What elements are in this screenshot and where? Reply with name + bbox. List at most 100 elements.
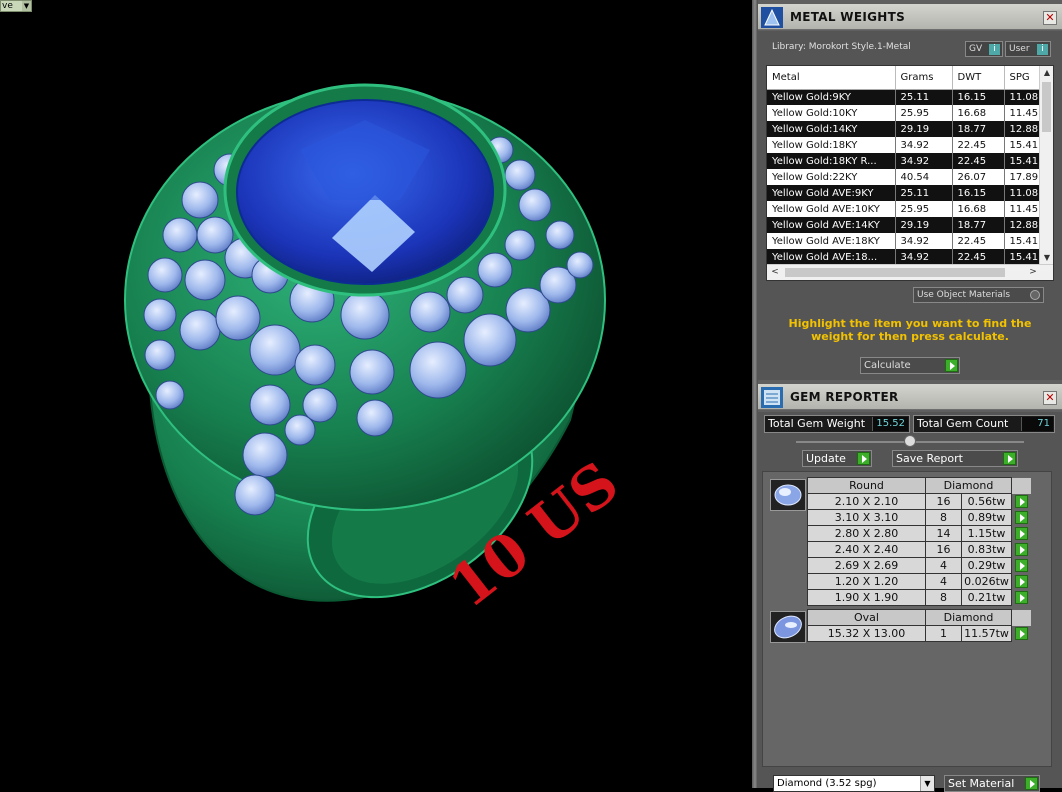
gem-count: 16 xyxy=(925,541,962,558)
metal-weights-titlebar[interactable]: METAL WEIGHTS ✕ xyxy=(758,4,1062,30)
select-gem-button[interactable] xyxy=(1011,525,1032,542)
gem-size: 2.40 X 2.40 xyxy=(807,541,926,558)
select-gem-button[interactable] xyxy=(1011,589,1032,606)
metal-cell: Yellow Gold:18KY R... xyxy=(767,153,896,169)
gem-row[interactable]: 2.10 X 2.10 16 0.56tw xyxy=(807,493,1032,510)
gem-size: 15.32 X 13.00 xyxy=(807,625,926,642)
set-material-button[interactable]: Set Material xyxy=(944,775,1040,792)
select-gem-button[interactable] xyxy=(1011,509,1032,526)
oval-gem-table: Oval Diamond 15.32 X 13.00 1 11.57tw xyxy=(807,609,1032,642)
select-gem-button[interactable] xyxy=(1011,573,1032,590)
metal-cell: 34.92 xyxy=(895,249,953,265)
gem-size: 1.90 X 1.90 xyxy=(807,589,926,606)
gem-reporter-icon xyxy=(761,387,783,408)
play-arrow-icon xyxy=(1015,626,1028,640)
metal-row[interactable]: Yellow Gold AVE:18... 34.92 22.45 15.41 xyxy=(767,249,1053,265)
metal-row[interactable]: Yellow Gold:10KY 25.95 16.68 11.45 xyxy=(767,105,1053,121)
gv-toggle[interactable]: GV i xyxy=(965,41,1003,57)
gem-row[interactable]: 2.40 X 2.40 16 0.83tw xyxy=(807,541,1032,558)
round-gem-table: Round Diamond 2.10 X 2.10 16 0.56tw 3.10 X 3.… xyxy=(807,477,1032,606)
select-gem-button[interactable] xyxy=(1011,557,1032,574)
play-arrow-icon xyxy=(1025,777,1038,790)
gem-weight: 0.89tw xyxy=(961,509,1012,526)
slider-handle[interactable] xyxy=(904,435,916,447)
save-report-label: Save Report xyxy=(896,452,963,465)
metal-cell: Yellow Gold:14KY xyxy=(767,121,896,137)
gem-weight: 0.29tw xyxy=(961,557,1012,574)
metal-table[interactable]: Metal Grams DWT SPG Yellow Gold:9KY 25.11… xyxy=(766,65,1054,281)
info-icon: i xyxy=(989,44,1000,55)
metal-cell: 34.92 xyxy=(895,233,953,249)
select-gem-button[interactable] xyxy=(1011,625,1032,642)
scroll-left-icon[interactable]: < xyxy=(767,265,783,280)
user-toggle[interactable]: User i xyxy=(1005,41,1051,57)
gem-row[interactable]: 1.20 X 1.20 4 0.026tw xyxy=(807,573,1032,590)
gem-row[interactable]: 2.80 X 2.80 14 1.15tw xyxy=(807,525,1032,542)
scroll-thumb[interactable] xyxy=(785,268,1005,277)
scroll-up-icon[interactable]: ▲ xyxy=(1040,66,1053,80)
update-button[interactable]: Update xyxy=(802,450,872,467)
gem-count: 8 xyxy=(925,509,962,526)
gem-row[interactable]: 2.69 X 2.69 4 0.29tw xyxy=(807,557,1032,574)
column-header[interactable]: DWT xyxy=(952,66,1005,90)
scroll-right-icon[interactable]: > xyxy=(1025,265,1041,280)
gem-row[interactable]: 15.32 X 13.00 1 11.57tw xyxy=(807,625,1032,642)
metal-weights-panel: Library: Morokort Style.1-Metal GV i Use… xyxy=(758,31,1062,380)
gem-group-header: Oval Diamond xyxy=(807,609,1032,626)
metal-cell: 25.95 xyxy=(895,201,953,217)
play-arrow-icon xyxy=(1015,542,1028,556)
metal-cell: 18.77 xyxy=(952,217,1005,233)
vertical-scrollbar[interactable]: ▲ ▼ xyxy=(1039,66,1053,265)
spacer xyxy=(1011,609,1032,626)
use-object-materials-toggle[interactable]: Use Object Materials xyxy=(913,287,1044,303)
gem-row[interactable]: 1.90 X 1.90 8 0.21tw xyxy=(807,589,1032,606)
metal-cell: 25.95 xyxy=(895,105,953,121)
info-icon: i xyxy=(1037,44,1048,55)
scroll-down-icon[interactable]: ▼ xyxy=(1040,251,1053,265)
horizontal-scrollbar[interactable]: < > xyxy=(767,264,1053,280)
column-header[interactable]: Metal xyxy=(767,66,896,90)
select-gem-button[interactable] xyxy=(1011,493,1032,510)
gem-weight: 11.57tw xyxy=(961,625,1012,642)
select-gem-button[interactable] xyxy=(1011,541,1032,558)
gem-material-label: Diamond xyxy=(925,609,1012,626)
metal-cell: 29.19 xyxy=(895,121,953,137)
gem-list: Round Diamond 2.10 X 2.10 16 0.56tw 3.10 X 3.… xyxy=(762,471,1052,767)
total-gem-weight-value: 15.52 xyxy=(872,417,908,431)
set-material-label: Set Material xyxy=(948,777,1015,790)
scroll-thumb[interactable] xyxy=(1042,82,1051,132)
close-icon[interactable]: ✕ xyxy=(1043,391,1057,405)
metal-cell: Yellow Gold:22KY xyxy=(767,169,896,185)
gem-size: 1.20 X 1.20 xyxy=(807,573,926,590)
metal-row[interactable]: Yellow Gold:18KY 34.92 22.45 15.41 xyxy=(767,137,1053,153)
metal-row[interactable]: Yellow Gold:14KY 29.19 18.77 12.88 xyxy=(767,121,1053,137)
metal-row[interactable]: Yellow Gold AVE:9KY 25.11 16.15 11.08 xyxy=(767,185,1053,201)
metal-row[interactable]: Yellow Gold:18KY R... 34.92 22.45 15.41 xyxy=(767,153,1053,169)
play-arrow-icon xyxy=(1015,494,1028,508)
gem-count: 14 xyxy=(925,525,962,542)
close-icon[interactable]: ✕ xyxy=(1043,11,1057,25)
metal-row[interactable]: Yellow Gold:22KY 40.54 26.07 17.89 xyxy=(767,169,1053,185)
3d-viewport[interactable]: ve ▼ 10 US xyxy=(0,0,752,788)
gv-toggle-label: GV xyxy=(969,44,983,54)
save-report-button[interactable]: Save Report xyxy=(892,450,1018,467)
metal-cell: 22.45 xyxy=(952,233,1005,249)
column-header[interactable]: Grams xyxy=(895,66,953,90)
metal-cell: Yellow Gold AVE:10KY xyxy=(767,201,896,217)
material-select[interactable]: Diamond (3.52 spg) ▼ xyxy=(773,775,935,792)
total-gem-count: Total Gem Count 71 xyxy=(913,415,1055,433)
user-toggle-label: User xyxy=(1009,44,1030,54)
metal-row[interactable]: Yellow Gold AVE:14KY 29.19 18.77 12.88 xyxy=(767,217,1053,233)
total-gem-weight: Total Gem Weight 15.52 xyxy=(764,415,910,433)
metal-row[interactable]: Yellow Gold AVE:10KY 25.95 16.68 11.45 xyxy=(767,201,1053,217)
calculate-button[interactable]: Calculate xyxy=(860,357,960,374)
metal-cell: 16.68 xyxy=(952,201,1005,217)
metal-cell: 16.15 xyxy=(952,89,1005,105)
metal-cell: 22.45 xyxy=(952,153,1005,169)
play-arrow-icon xyxy=(857,452,870,465)
gem-row[interactable]: 3.10 X 3.10 8 0.89tw xyxy=(807,509,1032,526)
gem-reporter-panel: Total Gem Weight 15.52 Total Gem Count 7… xyxy=(758,412,1062,792)
metal-row[interactable]: Yellow Gold:9KY 25.11 16.15 11.08 xyxy=(767,89,1053,105)
gem-reporter-titlebar[interactable]: GEM REPORTER ✕ xyxy=(758,384,1062,410)
metal-row[interactable]: Yellow Gold AVE:18KY 34.92 22.45 15.41 xyxy=(767,233,1053,249)
